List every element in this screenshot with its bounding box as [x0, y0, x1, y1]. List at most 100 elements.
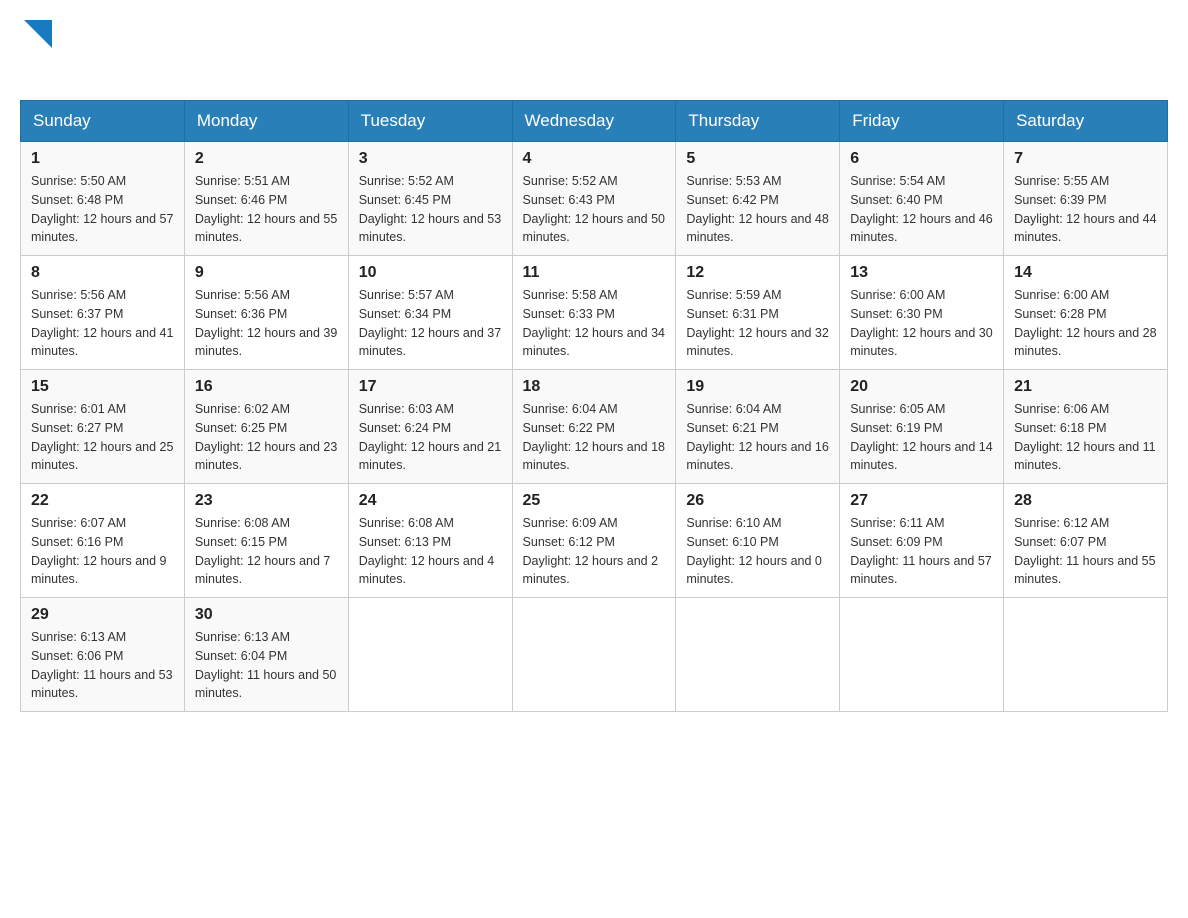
day-number: 12 — [686, 264, 829, 282]
day-info: Sunrise: 6:09 AMSunset: 6:12 PMDaylight:… — [523, 514, 666, 589]
calendar-cell: 21 Sunrise: 6:06 AMSunset: 6:18 PMDayligh… — [1004, 370, 1168, 484]
day-number: 1 — [31, 150, 174, 168]
calendar-cell: 7 Sunrise: 5:55 AMSunset: 6:39 PMDaylight… — [1004, 142, 1168, 256]
calendar-cell: 19 Sunrise: 6:04 AMSunset: 6:21 PMDayligh… — [676, 370, 840, 484]
calendar-table: SundayMondayTuesdayWednesdayThursdayFrid… — [20, 100, 1168, 712]
calendar-cell: 29 Sunrise: 6:13 AMSunset: 6:06 PMDayligh… — [21, 598, 185, 712]
calendar-cell: 10 Sunrise: 5:57 AMSunset: 6:34 PMDayligh… — [348, 256, 512, 370]
day-info: Sunrise: 5:56 AMSunset: 6:36 PMDaylight:… — [195, 286, 338, 361]
day-info: Sunrise: 6:11 AMSunset: 6:09 PMDaylight:… — [850, 514, 993, 589]
calendar-cell — [1004, 598, 1168, 712]
day-info: Sunrise: 5:59 AMSunset: 6:31 PMDaylight:… — [686, 286, 829, 361]
day-info: Sunrise: 5:52 AMSunset: 6:45 PMDaylight:… — [359, 172, 502, 247]
calendar-cell: 4 Sunrise: 5:52 AMSunset: 6:43 PMDaylight… — [512, 142, 676, 256]
calendar-cell: 30 Sunrise: 6:13 AMSunset: 6:04 PMDayligh… — [184, 598, 348, 712]
day-number: 14 — [1014, 264, 1157, 282]
day-info: Sunrise: 6:00 AMSunset: 6:28 PMDaylight:… — [1014, 286, 1157, 361]
day-info: Sunrise: 6:13 AMSunset: 6:06 PMDaylight:… — [31, 628, 174, 703]
calendar-cell: 18Sunrise: 6:04 AMSunset: 6:22 PMDayligh… — [512, 370, 676, 484]
day-number: 23 — [195, 492, 338, 510]
day-number: 6 — [850, 150, 993, 168]
day-number: 26 — [686, 492, 829, 510]
logo-icon — [24, 20, 52, 48]
day-info: Sunrise: 5:55 AMSunset: 6:39 PMDaylight:… — [1014, 172, 1157, 247]
day-info: Sunrise: 6:07 AMSunset: 6:16 PMDaylight:… — [31, 514, 174, 589]
day-info: Sunrise: 6:05 AMSunset: 6:19 PMDaylight:… — [850, 400, 993, 475]
calendar-week-row-5: 29 Sunrise: 6:13 AMSunset: 6:06 PMDayligh… — [21, 598, 1168, 712]
day-number: 4 — [523, 150, 666, 168]
day-number: 24 — [359, 492, 502, 510]
calendar-weekday-thursday: Thursday — [676, 101, 840, 142]
calendar-weekday-tuesday: Tuesday — [348, 101, 512, 142]
day-info: Sunrise: 6:08 AMSunset: 6:13 PMDaylight:… — [359, 514, 502, 589]
day-info: Sunrise: 6:04 AMSunset: 6:21 PMDaylight:… — [686, 400, 829, 475]
calendar-cell: 22 Sunrise: 6:07 AMSunset: 6:16 PMDayligh… — [21, 484, 185, 598]
day-number: 25 — [523, 492, 666, 510]
day-info: Sunrise: 5:51 AMSunset: 6:46 PMDaylight:… — [195, 172, 338, 247]
calendar-header-row: SundayMondayTuesdayWednesdayThursdayFrid… — [21, 101, 1168, 142]
calendar-cell — [512, 598, 676, 712]
day-number: 8 — [31, 264, 174, 282]
day-info: Sunrise: 6:10 AMSunset: 6:10 PMDaylight:… — [686, 514, 829, 589]
day-number: 2 — [195, 150, 338, 168]
calendar-cell — [676, 598, 840, 712]
calendar-weekday-sunday: Sunday — [21, 101, 185, 142]
day-number: 21 — [1014, 378, 1157, 396]
day-number: 9 — [195, 264, 338, 282]
day-info: Sunrise: 5:54 AMSunset: 6:40 PMDaylight:… — [850, 172, 993, 247]
calendar-week-row-3: 15 Sunrise: 6:01 AMSunset: 6:27 PMDayligh… — [21, 370, 1168, 484]
calendar-cell: 2 Sunrise: 5:51 AMSunset: 6:46 PMDaylight… — [184, 142, 348, 256]
calendar-cell: 26 Sunrise: 6:10 AMSunset: 6:10 PMDayligh… — [676, 484, 840, 598]
day-info: Sunrise: 6:03 AMSunset: 6:24 PMDaylight:… — [359, 400, 502, 475]
day-number: 5 — [686, 150, 829, 168]
calendar-cell: 24 Sunrise: 6:08 AMSunset: 6:13 PMDayligh… — [348, 484, 512, 598]
day-number: 7 — [1014, 150, 1157, 168]
calendar-week-row-4: 22 Sunrise: 6:07 AMSunset: 6:16 PMDayligh… — [21, 484, 1168, 598]
day-number: 10 — [359, 264, 502, 282]
calendar-cell: 8Sunrise: 5:56 AMSunset: 6:37 PMDaylight… — [21, 256, 185, 370]
day-info: Sunrise: 5:58 AMSunset: 6:33 PMDaylight:… — [523, 286, 666, 361]
day-info: Sunrise: 5:52 AMSunset: 6:43 PMDaylight:… — [523, 172, 666, 247]
calendar-week-row-1: 1 Sunrise: 5:50 AMSunset: 6:48 PMDaylight… — [21, 142, 1168, 256]
calendar-cell: 14 Sunrise: 6:00 AMSunset: 6:28 PMDayligh… — [1004, 256, 1168, 370]
day-number: 15 — [31, 378, 174, 396]
day-info: Sunrise: 6:08 AMSunset: 6:15 PMDaylight:… — [195, 514, 338, 589]
calendar-weekday-wednesday: Wednesday — [512, 101, 676, 142]
calendar-cell: 27 Sunrise: 6:11 AMSunset: 6:09 PMDayligh… — [840, 484, 1004, 598]
calendar-weekday-monday: Monday — [184, 101, 348, 142]
calendar-cell: 5 Sunrise: 5:53 AMSunset: 6:42 PMDaylight… — [676, 142, 840, 256]
day-number: 30 — [195, 606, 338, 624]
calendar-cell: 1 Sunrise: 5:50 AMSunset: 6:48 PMDaylight… — [21, 142, 185, 256]
day-info: Sunrise: 6:06 AMSunset: 6:18 PMDaylight:… — [1014, 400, 1157, 475]
day-number: 28 — [1014, 492, 1157, 510]
day-number: 19 — [686, 378, 829, 396]
calendar-cell: 20 Sunrise: 6:05 AMSunset: 6:19 PMDayligh… — [840, 370, 1004, 484]
calendar-cell: 23 Sunrise: 6:08 AMSunset: 6:15 PMDayligh… — [184, 484, 348, 598]
day-info: Sunrise: 5:50 AMSunset: 6:48 PMDaylight:… — [31, 172, 174, 247]
logo — [20, 20, 52, 80]
calendar-cell: 13Sunrise: 6:00 AMSunset: 6:30 PMDayligh… — [840, 256, 1004, 370]
day-number: 22 — [31, 492, 174, 510]
day-info: Sunrise: 6:13 AMSunset: 6:04 PMDaylight:… — [195, 628, 338, 703]
day-info: Sunrise: 6:00 AMSunset: 6:30 PMDaylight:… — [850, 286, 993, 361]
day-number: 29 — [31, 606, 174, 624]
calendar-weekday-saturday: Saturday — [1004, 101, 1168, 142]
calendar-weekday-friday: Friday — [840, 101, 1004, 142]
day-number: 3 — [359, 150, 502, 168]
calendar-cell: 15 Sunrise: 6:01 AMSunset: 6:27 PMDayligh… — [21, 370, 185, 484]
day-number: 20 — [850, 378, 993, 396]
day-number: 27 — [850, 492, 993, 510]
day-info: Sunrise: 6:04 AMSunset: 6:22 PMDaylight:… — [523, 400, 666, 475]
day-info: Sunrise: 6:02 AMSunset: 6:25 PMDaylight:… — [195, 400, 338, 475]
calendar-cell: 28Sunrise: 6:12 AMSunset: 6:07 PMDayligh… — [1004, 484, 1168, 598]
calendar-cell: 9 Sunrise: 5:56 AMSunset: 6:36 PMDaylight… — [184, 256, 348, 370]
calendar-cell: 17Sunrise: 6:03 AMSunset: 6:24 PMDayligh… — [348, 370, 512, 484]
day-info: Sunrise: 5:53 AMSunset: 6:42 PMDaylight:… — [686, 172, 829, 247]
header — [20, 20, 1168, 80]
calendar-cell — [840, 598, 1004, 712]
calendar-cell: 11Sunrise: 5:58 AMSunset: 6:33 PMDayligh… — [512, 256, 676, 370]
day-info: Sunrise: 6:01 AMSunset: 6:27 PMDaylight:… — [31, 400, 174, 475]
calendar-week-row-2: 8Sunrise: 5:56 AMSunset: 6:37 PMDaylight… — [21, 256, 1168, 370]
calendar-cell: 25 Sunrise: 6:09 AMSunset: 6:12 PMDayligh… — [512, 484, 676, 598]
day-info: Sunrise: 5:57 AMSunset: 6:34 PMDaylight:… — [359, 286, 502, 361]
